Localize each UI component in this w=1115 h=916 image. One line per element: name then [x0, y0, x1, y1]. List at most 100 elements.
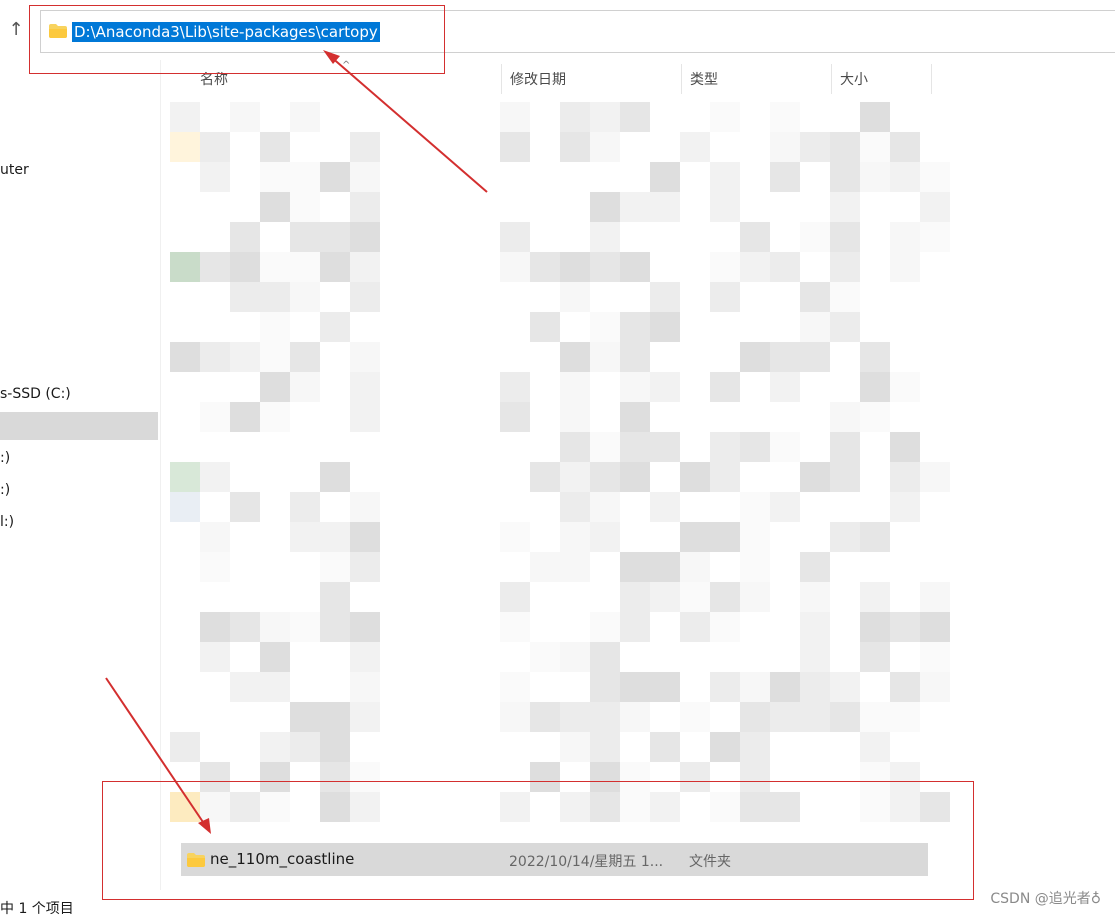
- nav-item-computer[interactable]: uter: [0, 162, 29, 178]
- mosaic-tile: [710, 612, 740, 642]
- mosaic-tile: [290, 372, 320, 402]
- mosaic-tile: [830, 522, 860, 552]
- mosaic-tile: [650, 492, 680, 522]
- mosaic-tile: [320, 312, 350, 342]
- mosaic-tile: [290, 612, 320, 642]
- mosaic-tile: [320, 162, 350, 192]
- mosaic-tile: [290, 522, 320, 552]
- mosaic-tile: [530, 312, 560, 342]
- nav-item-drive-c[interactable]: s-SSD (C:): [0, 386, 71, 402]
- status-bar-text: 中 1 个项目: [0, 901, 74, 916]
- mosaic-tile: [620, 672, 650, 702]
- mosaic-tile: [350, 342, 380, 372]
- mosaic-tile: [320, 522, 350, 552]
- mosaic-tile: [260, 402, 290, 432]
- mosaic-tile: [560, 132, 590, 162]
- column-divider[interactable]: [931, 64, 932, 94]
- mosaic-tile: [560, 372, 590, 402]
- mosaic-tile: [260, 642, 290, 672]
- mosaic-tile: [890, 672, 920, 702]
- mosaic-tile: [560, 732, 590, 762]
- mosaic-tile: [290, 192, 320, 222]
- mosaic-tile: [920, 222, 950, 252]
- mosaic-tile: [650, 372, 680, 402]
- mosaic-tile: [260, 252, 290, 282]
- column-divider[interactable]: [501, 64, 502, 94]
- mosaic-tile: [920, 612, 950, 642]
- mosaic-tile: [770, 702, 800, 732]
- mosaic-tile: [650, 672, 680, 702]
- mosaic-tile: [500, 252, 530, 282]
- mosaic-tile: [590, 312, 620, 342]
- mosaic-tile: [590, 702, 620, 732]
- mosaic-tile: [830, 162, 860, 192]
- nav-item-drive[interactable]: l:): [0, 514, 14, 530]
- mosaic-tile: [620, 552, 650, 582]
- mosaic-tile: [620, 372, 650, 402]
- column-header-type[interactable]: 类型: [685, 70, 830, 94]
- mosaic-tile: [770, 432, 800, 462]
- mosaic-tile: [650, 312, 680, 342]
- mosaic-tile: [830, 252, 860, 282]
- mosaic-tile: [770, 672, 800, 702]
- mosaic-tile: [710, 432, 740, 462]
- mosaic-tile: [680, 552, 710, 582]
- mosaic-tile: [200, 612, 230, 642]
- mosaic-tile: [260, 162, 290, 192]
- mosaic-tile: [230, 342, 260, 372]
- mosaic-tile: [560, 552, 590, 582]
- mosaic-tile: [740, 732, 770, 762]
- column-header-size[interactable]: 大小: [835, 70, 930, 94]
- mosaic-tile: [770, 162, 800, 192]
- mosaic-tile: [620, 102, 650, 132]
- mosaic-tile: [590, 192, 620, 222]
- mosaic-tile: [590, 432, 620, 462]
- mosaic-tile: [230, 672, 260, 702]
- mosaic-tile: [890, 702, 920, 732]
- mosaic-tile: [350, 402, 380, 432]
- mosaic-tile: [200, 162, 230, 192]
- mosaic-tile: [800, 642, 830, 672]
- mosaic-tile: [350, 132, 380, 162]
- mosaic-tile: [920, 582, 950, 612]
- mosaic-tile: [800, 462, 830, 492]
- mosaic-tile: [200, 252, 230, 282]
- mosaic-tile: [890, 462, 920, 492]
- nav-item-selected[interactable]: [0, 412, 158, 440]
- mosaic-tile: [200, 462, 230, 492]
- mosaic-tile: [740, 342, 770, 372]
- mosaic-tile: [620, 462, 650, 492]
- mosaic-tile: [290, 162, 320, 192]
- column-header-date[interactable]: 修改日期: [505, 70, 680, 94]
- mosaic-tile: [620, 612, 650, 642]
- mosaic-tile: [290, 222, 320, 252]
- mosaic-tile: [740, 252, 770, 282]
- column-divider[interactable]: [681, 64, 682, 94]
- mosaic-tile: [800, 552, 830, 582]
- mosaic-tile: [650, 192, 680, 222]
- mosaic-tile: [800, 702, 830, 732]
- nav-item-drive[interactable]: :): [0, 450, 10, 466]
- mosaic-tile: [740, 222, 770, 252]
- mosaic-tile: [230, 252, 260, 282]
- mosaic-tile: [800, 222, 830, 252]
- mosaic-tile: [350, 492, 380, 522]
- mosaic-tile: [290, 492, 320, 522]
- mosaic-tile: [830, 402, 860, 432]
- column-divider[interactable]: [831, 64, 832, 94]
- mosaic-tile: [230, 402, 260, 432]
- mosaic-tile: [230, 282, 260, 312]
- mosaic-tile: [860, 162, 890, 192]
- mosaic-tile: [830, 312, 860, 342]
- mosaic-tile: [620, 402, 650, 432]
- mosaic-tile: [590, 252, 620, 282]
- mosaic-tile: [650, 582, 680, 612]
- mosaic-tile: [170, 342, 200, 372]
- mosaic-tile: [800, 132, 830, 162]
- up-arrow-icon[interactable]: ↑: [6, 18, 26, 42]
- mosaic-tile: [710, 732, 740, 762]
- mosaic-tile: [560, 432, 590, 462]
- mosaic-tile: [740, 702, 770, 732]
- nav-item-drive[interactable]: :): [0, 482, 10, 498]
- mosaic-tile: [740, 582, 770, 612]
